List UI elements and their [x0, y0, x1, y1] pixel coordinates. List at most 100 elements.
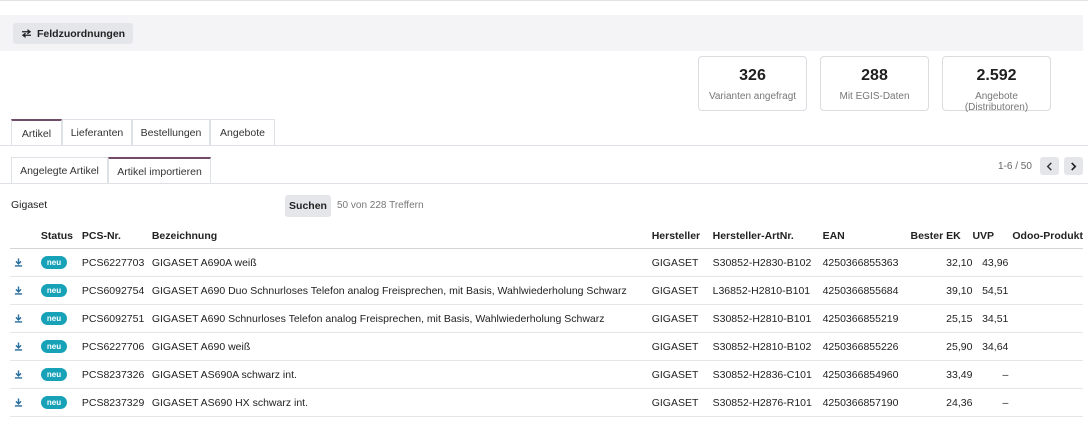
article-name: GIGASET A690A weiß — [151, 248, 652, 277]
manufacturer: GIGASET — [651, 248, 713, 277]
manufacturer: GIGASET — [651, 360, 713, 389]
download-button[interactable] — [10, 360, 41, 389]
stat-card-egis: 288 Mit EGIS-Daten — [820, 56, 929, 111]
rrp: – — [972, 360, 1009, 389]
table-header: Status PCS-Nr. Bezeichnung Hersteller He… — [10, 223, 1083, 249]
main-tabs-divider — [0, 145, 1088, 146]
manufacturer: GIGASET — [651, 332, 713, 361]
stat-value: 288 — [861, 67, 888, 84]
pcs-number: PCS8237326 — [81, 360, 152, 389]
manufacturer-part-number: L36852-H2810-B101 — [712, 276, 823, 305]
search-hits-count: 50 von 228 Treffern — [337, 200, 424, 211]
odoo-product — [1008, 248, 1083, 277]
manufacturer: GIGASET — [651, 304, 713, 333]
top-divider — [0, 0, 1088, 1]
tab-lieferanten[interactable]: Lieferanten — [62, 119, 132, 146]
column-header-uvp[interactable]: UVP — [972, 223, 1009, 249]
ean: 4250366855219 — [822, 304, 911, 333]
swap-arrows-icon — [21, 29, 32, 38]
table-row[interactable]: neu PCS6092754 GIGASET A690 Duo Schnurlo… — [10, 276, 1083, 305]
article-name: GIGASET A690 weiß — [151, 332, 652, 361]
stat-card-variants: 326 Varianten angefragt — [698, 56, 807, 111]
download-icon — [14, 286, 23, 295]
download-icon — [14, 314, 23, 323]
download-button[interactable] — [10, 248, 41, 277]
odoo-product — [1008, 360, 1083, 389]
best-purchase-price: 25,90 — [910, 332, 973, 361]
pager-previous-button[interactable] — [1040, 157, 1059, 175]
status-badge: neu — [40, 312, 68, 325]
ean: 4250366855363 — [822, 248, 911, 277]
status-badge: neu — [40, 284, 68, 297]
ean: 4250366855226 — [822, 332, 911, 361]
odoo-product — [1008, 276, 1083, 305]
pcs-number: PCS6227706 — [81, 332, 152, 361]
table-row[interactable]: neu PCS6227703 GIGASET A690A weiß GIGASE… — [10, 248, 1083, 277]
status-badge: neu — [40, 396, 68, 409]
rrp: 43,96 — [972, 248, 1009, 277]
download-button[interactable] — [10, 304, 41, 333]
chevron-left-icon — [1046, 161, 1052, 171]
rrp: 54,51 — [972, 276, 1009, 305]
column-header-maker-no[interactable]: Hersteller-ArtNr. — [712, 223, 823, 249]
download-icon — [14, 370, 23, 379]
column-header-best-ek[interactable]: Bester EK — [910, 223, 973, 249]
odoo-product — [1008, 304, 1083, 333]
column-header-odoo[interactable]: Odoo-Produkt — [1008, 223, 1083, 249]
rrp: 34,64 — [972, 332, 1009, 361]
stat-value: 326 — [739, 67, 766, 84]
column-header-pcs[interactable]: PCS-Nr. — [81, 223, 152, 249]
table-row[interactable]: neu PCS6092751 GIGASET A690 Schnurloses … — [10, 304, 1083, 333]
tab-angelegte-artikel[interactable]: Angelegte Artikel — [11, 157, 108, 184]
tab-artikel[interactable]: Artikel — [11, 119, 62, 146]
best-purchase-price: 25,15 — [910, 304, 973, 333]
status-badge: neu — [40, 368, 68, 381]
best-purchase-price: 39,10 — [910, 276, 973, 305]
stat-card-offers: 2.592 Angebote (Distributoren) — [942, 56, 1051, 113]
table-row[interactable]: neu PCS6227706 GIGASET A690 weiß GIGASET… — [10, 332, 1083, 361]
pager-next-button[interactable] — [1064, 157, 1083, 175]
pcs-number: PCS8237329 — [81, 388, 152, 417]
best-purchase-price: 24,36 — [910, 388, 973, 417]
download-icon — [14, 398, 23, 407]
import-articles-table: Status PCS-Nr. Bezeichnung Hersteller He… — [10, 223, 1083, 417]
manufacturer-part-number: S30852-H2810-B101 — [712, 304, 823, 333]
status-badge: neu — [40, 340, 68, 353]
stat-label: Varianten angefragt — [708, 91, 797, 102]
best-purchase-price: 32,10 — [910, 248, 973, 277]
pager-value: 1-6 / 50 — [998, 161, 1032, 172]
download-icon — [14, 342, 23, 351]
table-row[interactable]: neu PCS8237326 GIGASET AS690A schwarz in… — [10, 360, 1083, 389]
tab-bestellungen[interactable]: Bestellungen — [132, 119, 210, 146]
tab-angebote[interactable]: Angebote — [210, 119, 275, 146]
article-name: GIGASET A690 Duo Schnurloses Telefon ana… — [151, 276, 652, 305]
tab-artikel-importieren[interactable]: Artikel importieren — [108, 157, 211, 184]
column-header-name[interactable]: Bezeichnung — [151, 223, 652, 249]
odoo-product — [1008, 388, 1083, 417]
table-row[interactable]: neu PCS8237329 GIGASET AS690 HX schwarz … — [10, 388, 1083, 417]
search-button[interactable]: Suchen — [285, 195, 331, 217]
pcs-number: PCS6092751 — [81, 304, 152, 333]
download-icon — [14, 258, 23, 267]
stat-label: Mit EGIS-Daten — [839, 91, 910, 102]
status-badge: neu — [40, 256, 68, 269]
chevron-right-icon — [1071, 161, 1077, 171]
column-header-maker[interactable]: Hersteller — [651, 223, 713, 249]
manufacturer-part-number: S30852-H2876-R101 — [712, 388, 823, 417]
field-mapping-button[interactable]: Feldzuordnungen — [13, 23, 134, 44]
download-button[interactable] — [10, 332, 41, 361]
download-button[interactable] — [10, 388, 41, 417]
search-input[interactable]: Gigaset — [11, 199, 47, 211]
best-purchase-price: 33,49 — [910, 360, 973, 389]
column-header-status[interactable]: Status — [40, 223, 82, 249]
pcs-number: PCS6227703 — [81, 248, 152, 277]
sub-tabs-divider — [0, 183, 1088, 184]
manufacturer-part-number: S30852-H2836-C101 — [712, 360, 823, 389]
download-button[interactable] — [10, 276, 41, 305]
column-header-ean[interactable]: EAN — [822, 223, 911, 249]
column-header-action — [10, 223, 41, 249]
odoo-product — [1008, 332, 1083, 361]
pcs-number: PCS6092754 — [81, 276, 152, 305]
stat-label: Angebote (Distributoren) — [964, 91, 1029, 113]
manufacturer: GIGASET — [651, 388, 713, 417]
